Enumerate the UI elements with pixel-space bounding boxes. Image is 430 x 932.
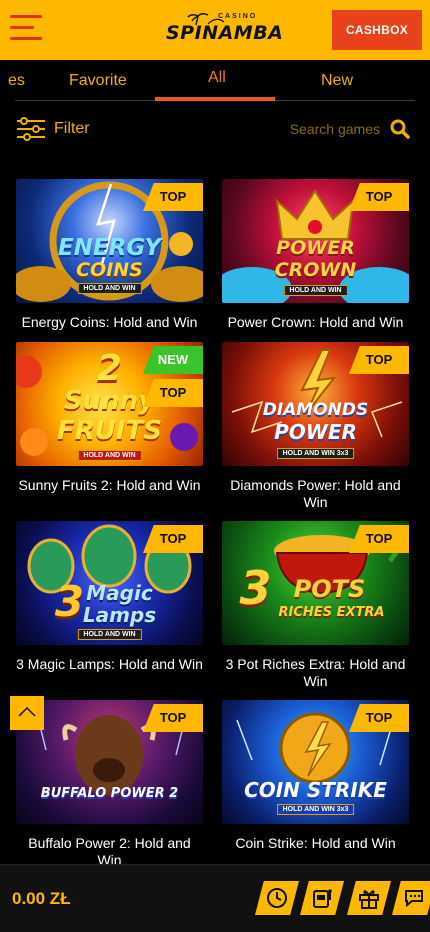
filter-label: Filter (54, 120, 90, 137)
search-icon[interactable] (390, 119, 410, 139)
logo-casino-text: CASINO (218, 13, 258, 20)
cashbox-button[interactable]: CASHBOX (332, 10, 422, 50)
art-line1: ENERGY (58, 235, 161, 261)
art-line1: Magic (86, 581, 153, 605)
art-sub: HOLD AND WIN (77, 450, 142, 461)
menu-icon[interactable] (10, 13, 44, 43)
art-sub: HOLD AND WIN (77, 283, 142, 294)
chevron-up-icon (18, 706, 36, 717)
art-sub: HOLD AND WIN (283, 285, 348, 296)
art-sub: HOLD AND WIN (77, 629, 142, 640)
tab-all[interactable]: All (208, 69, 226, 87)
support-chat-button[interactable] (392, 881, 430, 915)
game-title: Sunny Fruits 2: Hold and Win (18, 477, 201, 493)
game-card-sunny-fruits-2[interactable]: 2 Sunny FRUITS HOLD AND WIN NEW TOP Sunn… (16, 342, 203, 494)
art-line2: POWER (274, 420, 357, 444)
art-line2: COINS (76, 259, 143, 281)
tab-new[interactable]: New (321, 72, 353, 90)
game-thumbnail[interactable]: BUFFALO POWER 2 TOP (16, 700, 203, 824)
tab-partial[interactable]: es (8, 72, 25, 90)
game-thumbnail[interactable]: 3 POTS RICHES EXTRA TOP (222, 521, 409, 645)
chat-icon (405, 890, 423, 908)
game-card-buffalo-power-2[interactable]: BUFFALO POWER 2 TOP Buffalo Power 2: Hol… (16, 700, 203, 869)
scroll-to-top-button[interactable] (10, 696, 44, 730)
game-card-diamonds-power[interactable]: DIAMONDS POWER HOLD AND WIN 3x3 TOP Diam… (222, 342, 409, 511)
art-sub: HOLD AND WIN 3x3 (276, 448, 355, 459)
filter-sliders-icon (17, 117, 45, 141)
art-line2: FRUITS (56, 416, 163, 446)
game-thumbnail[interactable]: DIAMONDS POWER HOLD AND WIN 3x3 TOP (222, 342, 409, 466)
tab-active-indicator (155, 97, 275, 101)
games-button[interactable] (300, 881, 344, 915)
game-card-power-crown[interactable]: POWER CROWN HOLD AND WIN TOP Power Crown… (222, 179, 409, 331)
balance-amount[interactable]: 0.00 ZŁ (12, 889, 71, 909)
art-line1: POWER (276, 237, 355, 259)
game-thumbnail[interactable]: 2 Sunny FRUITS HOLD AND WIN NEW TOP (16, 342, 203, 466)
game-thumbnail[interactable]: ENERGY COINS HOLD AND WIN TOP (16, 179, 203, 303)
art-line2: RICHES EXTRA (278, 605, 385, 620)
logo[interactable]: CASINO SPINAMBA (158, 10, 283, 50)
search-bar (285, 114, 410, 144)
game-card-coin-strike[interactable]: COIN STRIKE HOLD AND WIN 3x3 TOP Coin St… (222, 700, 409, 852)
tab-favorite[interactable]: Favorite (69, 72, 127, 90)
history-button[interactable] (255, 881, 299, 915)
slot-machine-icon (313, 889, 332, 908)
clock-icon (267, 888, 287, 908)
game-title: Energy Coins: Hold and Win (21, 314, 198, 330)
header-bar: CASINO SPINAMBA CASHBOX (0, 0, 430, 60)
bottom-bar: 0.00 ZŁ (0, 864, 430, 932)
game-card-3-magic-lamps[interactable]: 3 Magic Lamps HOLD AND WIN TOP 3 Magic L… (16, 521, 203, 673)
art-sub: HOLD AND WIN 3x3 (276, 804, 355, 815)
gift-icon (359, 890, 379, 909)
art-line2: Lamps (82, 603, 157, 627)
art-line1: COIN STRIKE (244, 778, 387, 802)
filter-button[interactable]: Filter (16, 114, 90, 144)
art-line1: BUFFALO POWER 2 (40, 786, 179, 801)
category-tabs: es Favorite All New (0, 60, 430, 104)
game-card-3-pot-riches-extra[interactable]: 3 POTS RICHES EXTRA TOP 3 Pot Riches Ext… (222, 521, 409, 690)
art-line2: CROWN (274, 259, 357, 281)
game-card-energy-coins[interactable]: ENERGY COINS HOLD AND WIN TOP Energy Coi… (16, 179, 203, 331)
game-title: Power Crown: Hold and Win (227, 314, 404, 330)
game-thumbnail[interactable]: 3 Magic Lamps HOLD AND WIN TOP (16, 521, 203, 645)
game-title: Coin Strike: Hold and Win (235, 835, 396, 851)
game-title: Diamonds Power: Hold and Win (230, 477, 401, 510)
game-title: 3 Pot Riches Extra: Hold and Win (225, 656, 406, 689)
art-line1: DIAMONDS (262, 400, 369, 420)
search-input[interactable] (285, 121, 380, 137)
game-thumbnail[interactable]: COIN STRIKE HOLD AND WIN 3x3 TOP (222, 700, 409, 824)
logo-wordmark: SPINAMBA (166, 22, 284, 44)
art-line1: POTS (293, 575, 366, 603)
bonuses-button[interactable] (347, 881, 391, 915)
game-title: 3 Magic Lamps: Hold and Win (16, 656, 203, 672)
game-thumbnail[interactable]: POWER CROWN HOLD AND WIN TOP (222, 179, 409, 303)
